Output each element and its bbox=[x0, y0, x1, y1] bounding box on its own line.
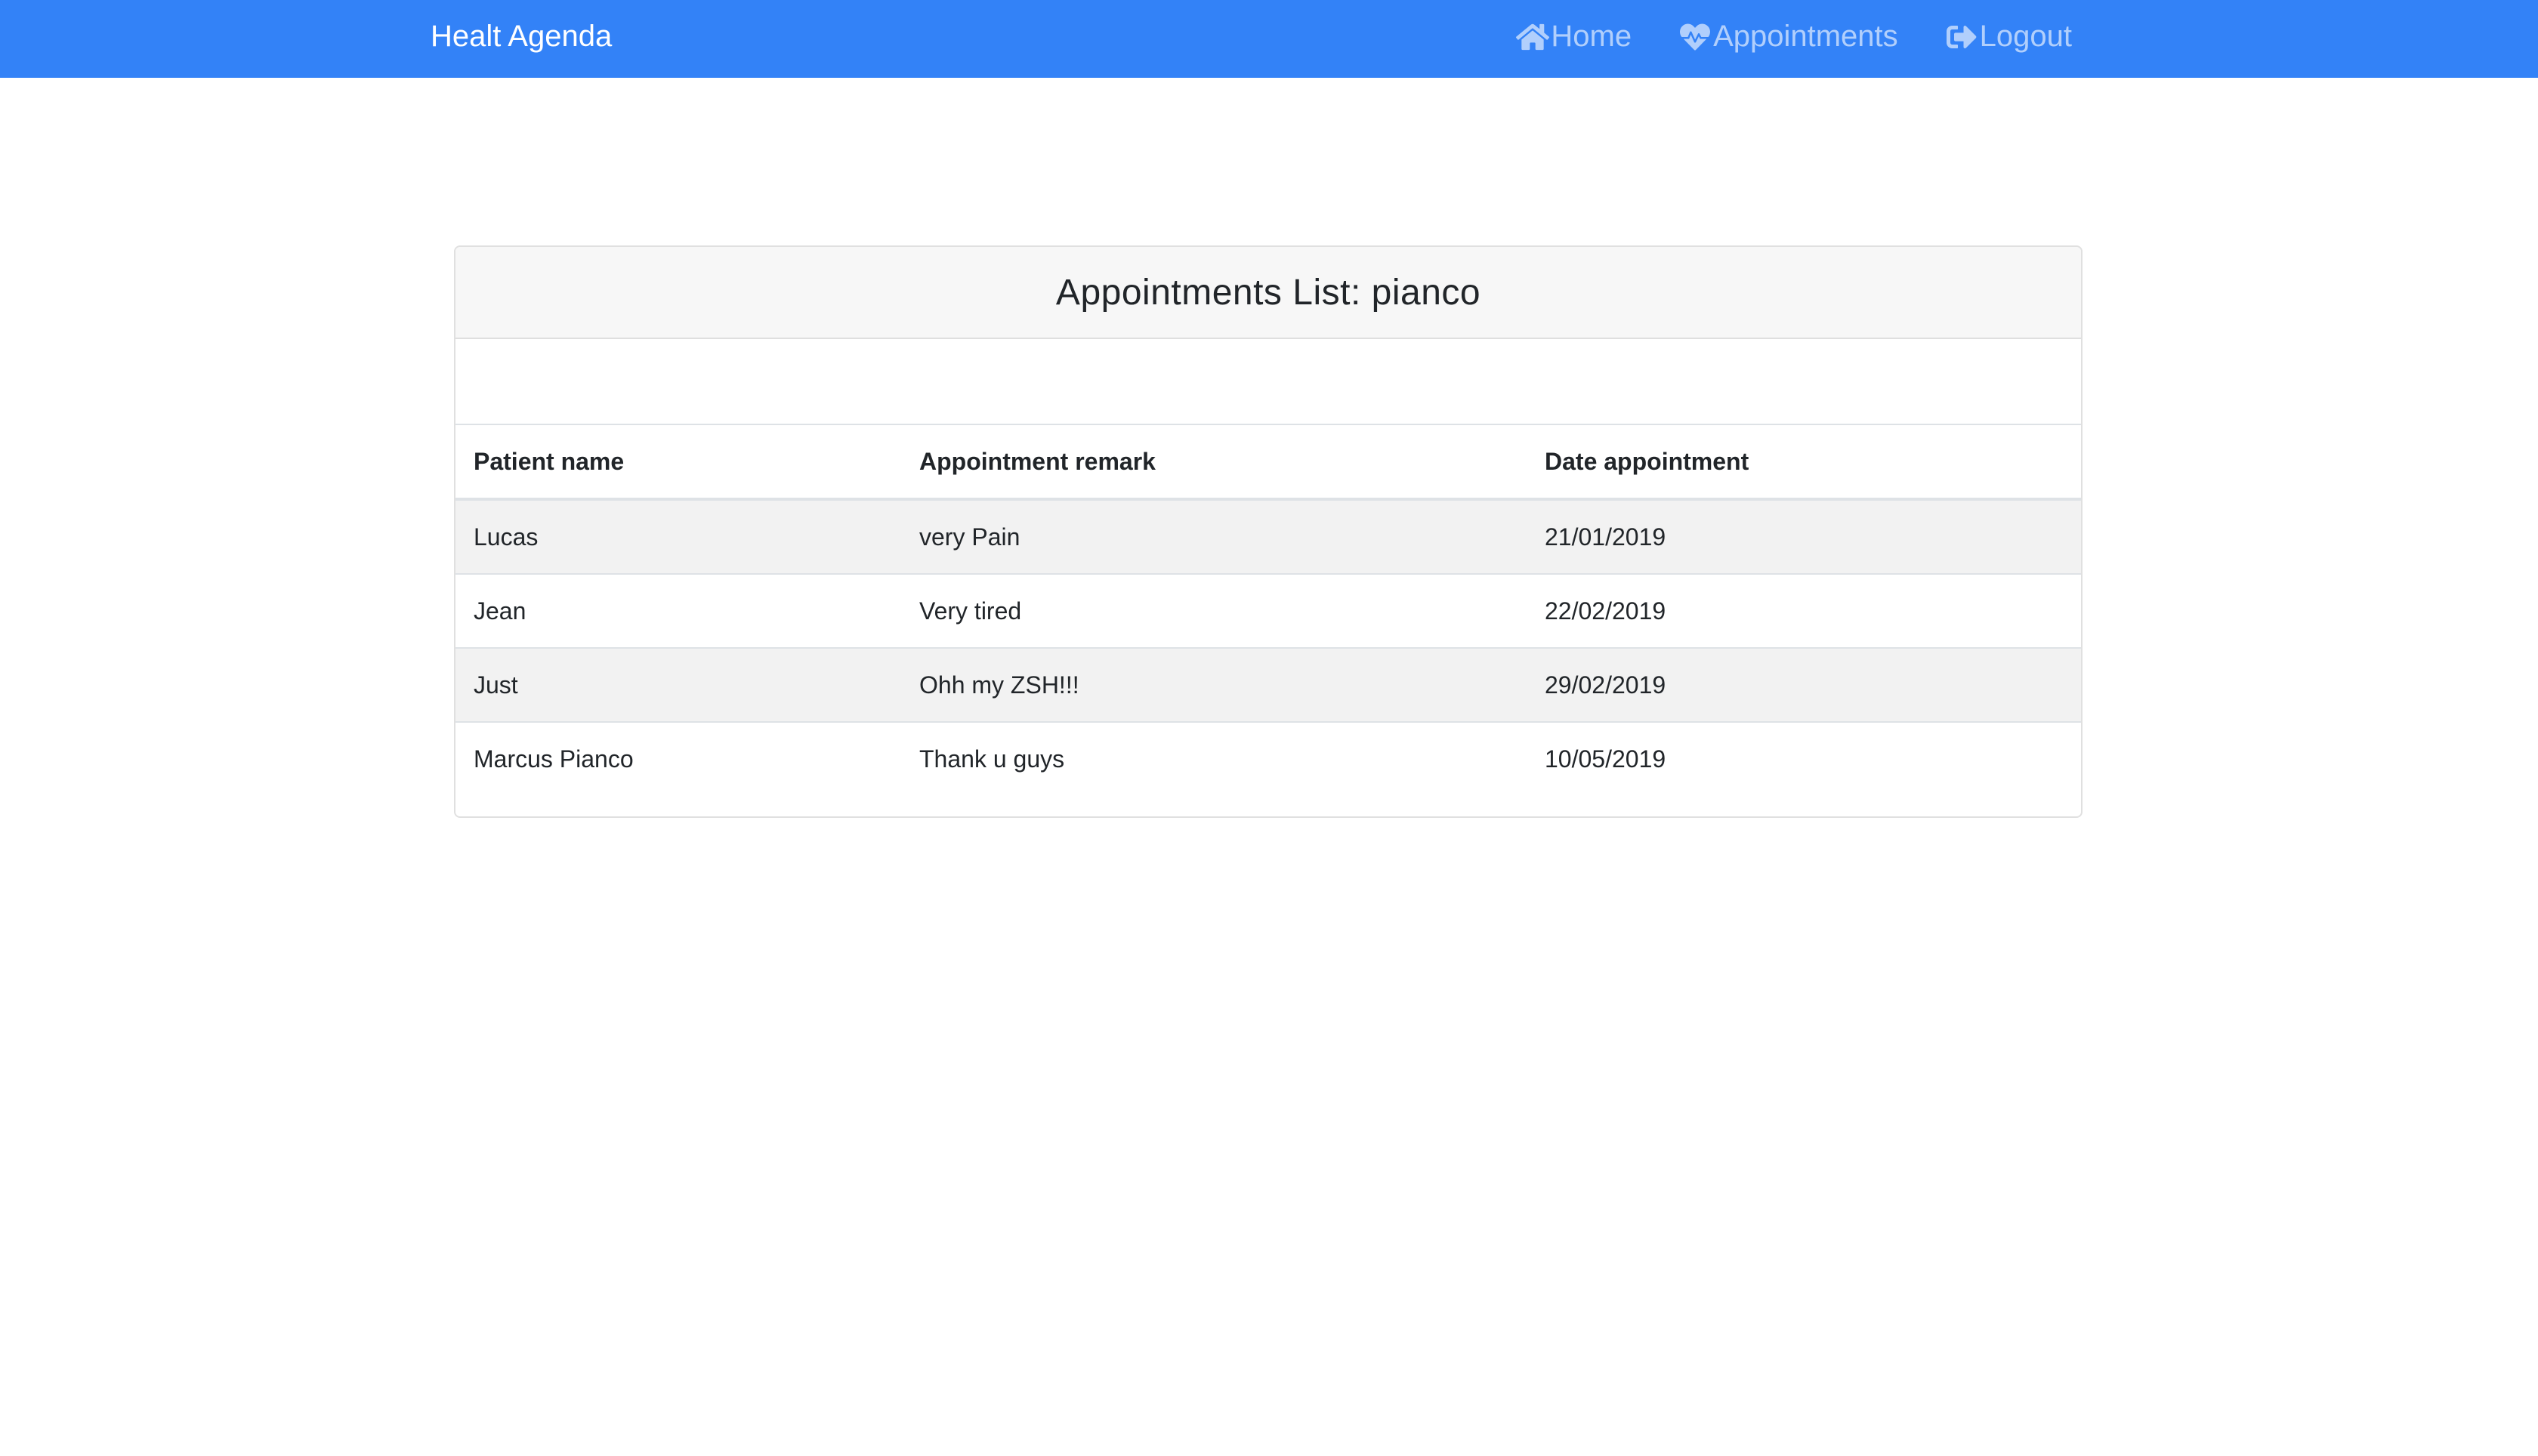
nav-link-home[interactable]: Home bbox=[1516, 20, 1632, 54]
brand-link[interactable]: Healt Agenda bbox=[431, 0, 612, 73]
table-row: Marcus Pianco Thank u guys 10/05/2019 bbox=[455, 721, 2081, 795]
page-title: Appointments List: pianco bbox=[1055, 272, 1481, 313]
card-header: Appointments List: pianco bbox=[455, 247, 2081, 339]
heartbeat-icon bbox=[1678, 22, 1712, 52]
sign-out-icon bbox=[1945, 22, 1978, 52]
cell-date-appointment: 29/02/2019 bbox=[1527, 647, 2081, 722]
table-row: Lucas very Pain 21/01/2019 bbox=[455, 499, 2081, 574]
nav-link-appointments-label: Appointments bbox=[1713, 20, 1898, 53]
cell-appointment-remark: Very tired bbox=[901, 573, 1527, 648]
nav-link-logout[interactable]: Logout bbox=[1945, 20, 2072, 54]
column-header-patient-name: Patient name bbox=[455, 425, 901, 501]
cell-patient-name: Just bbox=[455, 647, 901, 722]
cell-date-appointment: 10/05/2019 bbox=[1527, 721, 2081, 795]
cell-patient-name: Marcus Pianco bbox=[455, 721, 901, 795]
nav-link-logout-label: Logout bbox=[1979, 20, 2072, 53]
home-icon bbox=[1516, 22, 1550, 52]
table-row: Jean Very tired 22/02/2019 bbox=[455, 573, 2081, 648]
column-header-date-appointment: Date appointment bbox=[1527, 425, 2081, 501]
nav-link-appointments[interactable]: Appointments bbox=[1678, 20, 1898, 54]
cell-date-appointment: 22/02/2019 bbox=[1527, 573, 2081, 648]
cell-appointment-remark: Thank u guys bbox=[901, 721, 1527, 795]
column-header-appointment-remark: Appointment remark bbox=[901, 425, 1527, 501]
cell-appointment-remark: Ohh my ZSH!!! bbox=[901, 647, 1527, 722]
table-row: Just Ohh my ZSH!!! 29/02/2019 bbox=[455, 647, 2081, 722]
cell-date-appointment: 21/01/2019 bbox=[1527, 499, 2081, 574]
nav-links: Home Appointments Logout bbox=[1516, 0, 2072, 73]
appointments-card: Appointments List: pianco Patient name A… bbox=[454, 245, 2083, 818]
cell-patient-name: Jean bbox=[455, 573, 901, 648]
table-header-row: Patient name Appointment remark Date app… bbox=[455, 425, 2081, 501]
navbar: Healt Agenda Home Appointments Logout bbox=[0, 0, 2538, 78]
cell-patient-name: Lucas bbox=[455, 499, 901, 574]
cell-appointment-remark: very Pain bbox=[901, 499, 1527, 574]
nav-link-home-label: Home bbox=[1551, 20, 1632, 53]
appointments-table: Patient name Appointment remark Date app… bbox=[455, 425, 2081, 795]
card-body-spacer bbox=[455, 339, 2081, 425]
